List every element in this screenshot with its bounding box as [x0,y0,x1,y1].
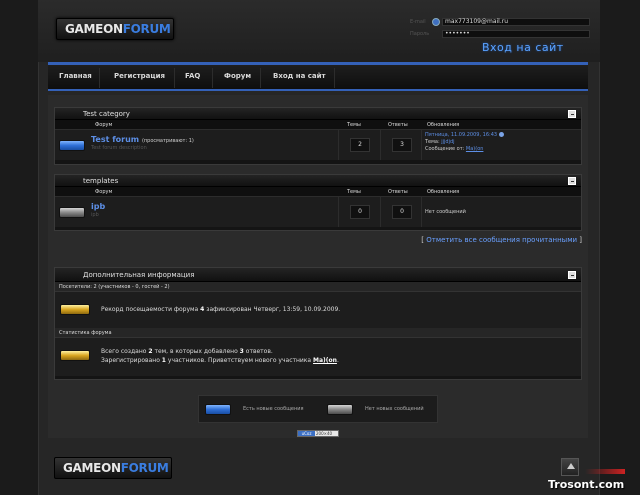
site-logo[interactable]: GAMEON FORUM [56,18,174,40]
record-text: Рекорд посещаемости форума 4 зафиксирова… [101,306,341,313]
login-button[interactable]: Вход на сайт [482,41,564,54]
new-posts-icon [205,404,231,415]
password-label: Пароль [410,30,430,37]
last-update: Пятница, 11.09.2009, 16:43 Тема: jjjdjdj… [425,132,505,153]
col-updated: Обновления [427,122,460,128]
forum-row: ipb ipb 0 0 Нет сообщений [55,197,581,227]
forum-link[interactable]: Test forum (просматривают: 1) [91,135,194,144]
collapse-icon[interactable] [568,271,576,279]
topics-count: 2 [350,138,370,152]
site-header: GAMEON FORUM E-mail max773109@mail.ru Пар… [38,0,600,62]
col-forum: Форум [95,189,113,195]
replies-count: 0 [392,205,412,219]
forum-description: ipb [91,212,99,218]
watermark: Trosont.com [548,478,625,491]
password-field[interactable]: ••••••• [442,29,590,38]
info-title: Дополнительная информация [83,271,195,279]
footer-logo[interactable]: GAMEON FORUM [54,457,172,479]
collapse-icon[interactable] [568,110,576,118]
column-headers: Форум Темы Ответы Обновления [55,187,581,197]
category-header: Test category [55,108,581,120]
mark-all-read-link[interactable]: Отметить все сообщения прочитанными [426,236,577,244]
info-header: Дополнительная информация [55,268,581,282]
nav-item-forum[interactable]: Форум [224,72,251,80]
password-row: Пароль ••••••• [410,29,590,38]
icon-legend: Есть новые сообщения Нет новых сообщений [198,395,438,423]
goto-last-post-icon[interactable] [499,132,505,137]
forum-viewers: (просматривают: 1) [141,138,194,144]
col-replies: Ответы [388,122,408,128]
topics-count: 0 [350,205,370,219]
logo-text-b: FORUM [122,22,171,36]
last-author-link[interactable]: Ma)(on [466,146,484,152]
legend-new: Есть новые сообщения [243,406,304,412]
user-icon [432,17,440,26]
category-title[interactable]: templates [83,177,118,185]
legend-none: Нет новых сообщений [365,406,424,412]
stats-icon [60,350,90,361]
watermark-decoration [585,469,625,474]
mark-read: [ Отметить все сообщения прочитанными ] [421,236,582,244]
category-block: templates Форум Темы Ответы Обновления i… [54,174,582,231]
site-counter[interactable]: uCoz 200×40 [297,430,339,437]
last-update-date[interactable]: Пятница, 11.09.2009, 16:43 [425,132,497,138]
login-panel: E-mail max773109@mail.ru Пароль ••••••• … [410,15,590,57]
replies-count: 3 [392,138,412,152]
main-nav: Главная Регистрация FAQ Форум Вход на са… [48,62,588,91]
stats-text: Всего создано 2 тем, в которых добавлено… [101,348,339,364]
nav-item-faq[interactable]: FAQ [185,72,200,80]
forum-row: Test forum (просматривают: 1) Test forum… [55,130,581,160]
new-posts-icon [59,140,85,151]
no-posts-text: Нет сообщений [425,209,466,215]
visitors-header: Посетители: 2 (участников - 0, гостей - … [55,282,581,292]
col-forum: Форум [95,122,113,128]
col-replies: Ответы [388,189,408,195]
main-content: Test category Форум Темы Ответы Обновлен… [48,95,588,438]
email-label: E-mail [410,18,426,25]
info-icon [60,304,90,315]
stats-header: Статистика форума [55,328,581,338]
category-header: templates [55,175,581,187]
col-topics: Темы [347,189,361,195]
scroll-to-top-icon[interactable] [561,458,579,476]
category-title[interactable]: Test category [83,110,130,118]
record-row: Рекорд посещаемости форума 4 зафиксирова… [55,292,581,328]
col-updated: Обновления [427,189,460,195]
nav-item-register[interactable]: Регистрация [114,72,165,80]
new-member-link[interactable]: Ma)(on [313,357,337,364]
forum-link[interactable]: ipb [91,202,105,211]
category-block: Test category Форум Темы Ответы Обновлен… [54,107,582,165]
nav-item-home[interactable]: Главная [59,72,92,80]
no-new-posts-icon [59,207,85,218]
info-block: Дополнительная информация Посетители: 2 … [54,267,582,380]
col-topics: Темы [347,122,361,128]
logo-text-a: GAMEON [65,22,123,36]
last-topic-link[interactable]: jjjdjdj [441,139,454,145]
email-row: E-mail max773109@mail.ru [410,17,590,26]
nav-item-login[interactable]: Вход на сайт [273,72,326,80]
email-field[interactable]: max773109@mail.ru [442,17,590,26]
column-headers: Форум Темы Ответы Обновления [55,120,581,130]
no-new-posts-icon [327,404,353,415]
stats-row: Всего создано 2 тем, в которых добавлено… [55,338,581,376]
collapse-icon[interactable] [568,177,576,185]
forum-description: Test forum description [91,145,147,151]
